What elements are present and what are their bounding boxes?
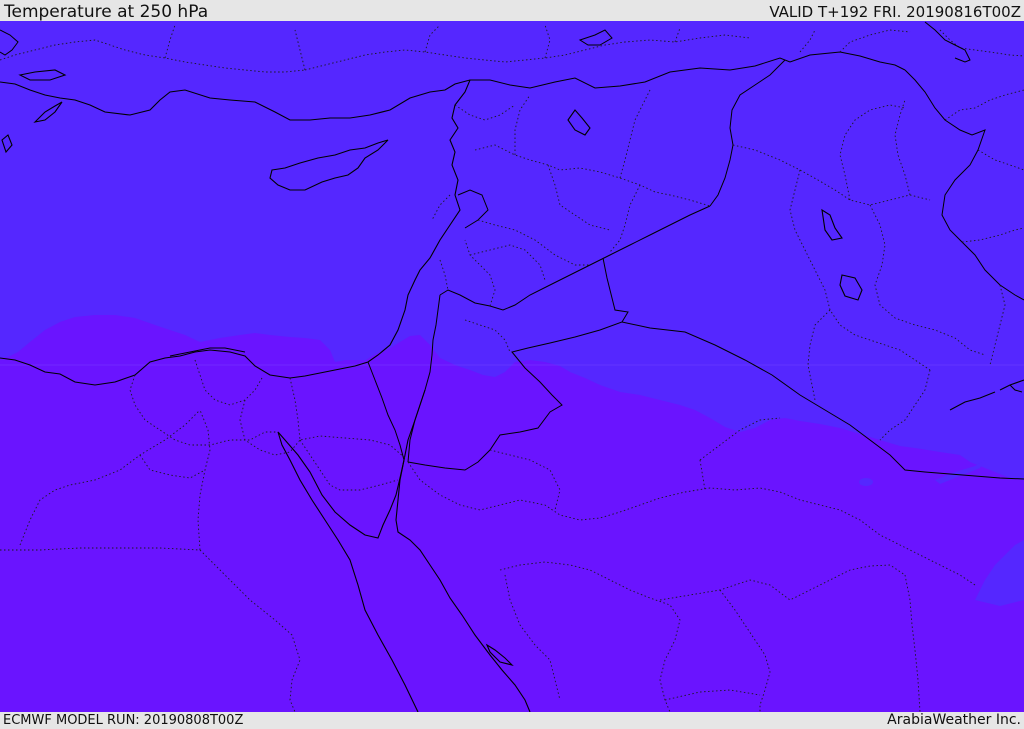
map-title: Temperature at 250 hPa: [4, 2, 209, 22]
footer-bar: ECMWF MODEL RUN: 20190808T00Z ArabiaWeat…: [0, 712, 1024, 729]
model-run-label: ECMWF MODEL RUN: 20190808T00Z: [3, 713, 244, 728]
cooler-temperature-patch-small: [859, 478, 873, 486]
credit-label: ArabiaWeather Inc.: [887, 712, 1021, 728]
map-canvas[interactable]: [0, 21, 1024, 712]
header-bar: Temperature at 250 hPa VALID T+192 FRI. …: [0, 0, 1024, 22]
valid-time-label: VALID T+192 FRI. 20190816T00Z: [769, 3, 1021, 21]
